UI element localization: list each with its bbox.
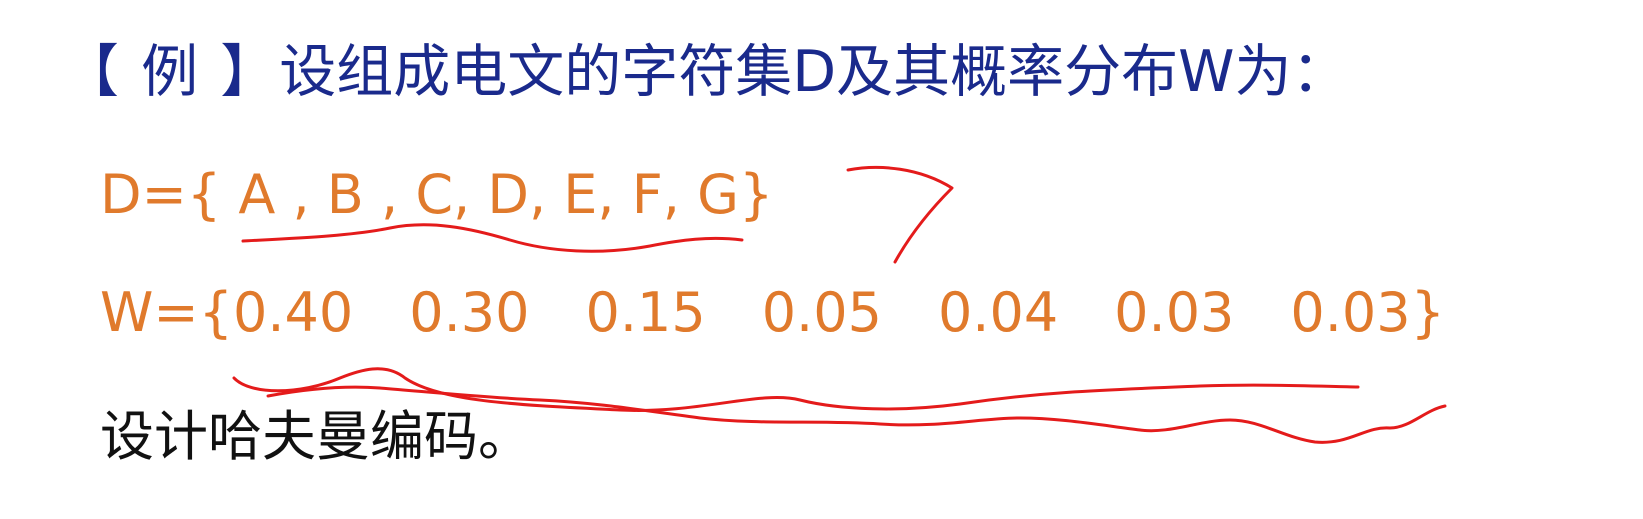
weight-value: 0.40 [233,281,354,344]
weight-value: 0.03 [1290,281,1411,344]
slide: 【 例 】设组成电文的字符集D及其概率分布W为： D={ A , B , C, … [0,0,1643,519]
bracket-mark [846,165,954,264]
task-instruction: 设计哈夫曼编码。 [100,405,532,468]
weights-prefix: W={ [100,281,233,344]
weight-value: 0.15 [585,281,706,344]
weight-value: 0.03 [1114,281,1235,344]
bracket-open: 【 [62,39,142,105]
weight-value: 0.04 [937,281,1059,344]
bracket-close: 】 [200,39,280,105]
weights-line: W={ 0.40 0.30 0.15 0.05 0.04 0.03 0.03 } [100,268,1445,358]
weight-value: 0.05 [761,281,882,344]
example-title: 【 例 】设组成电文的字符集D及其概率分布W为： [62,22,1349,122]
title-text: 设组成电文的字符集D及其概率分布W为： [279,39,1349,105]
example-word: 例 [141,39,201,105]
weights-suffix: } [1410,281,1445,344]
charset-line: D={ A , B , C, D, E, F, G} [100,163,774,226]
example-label: 【 例 】 [62,39,279,105]
weight-value: 0.30 [409,281,530,344]
